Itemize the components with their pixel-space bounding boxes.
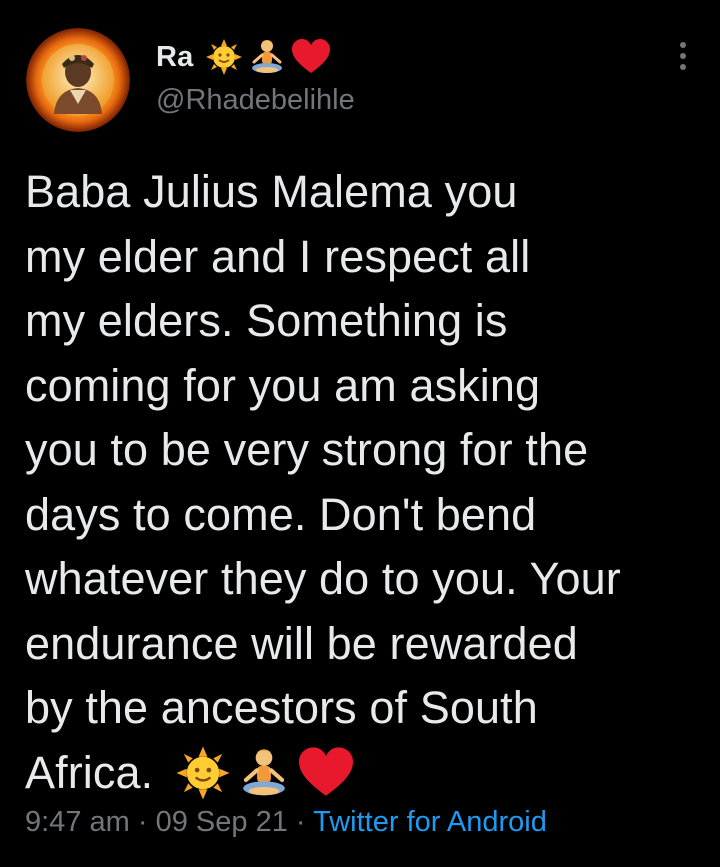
sun-with-face-icon bbox=[175, 745, 231, 801]
tweet-metadata: 9:47 am · 09 Sep 21 · Twitter for Androi… bbox=[25, 806, 547, 839]
tweet-text-last-line: Africa. bbox=[25, 741, 705, 806]
more-options-dot bbox=[680, 53, 686, 59]
tweet-text: Baba Julius Malema you my elder and I re… bbox=[25, 160, 705, 805]
more-options-button[interactable] bbox=[668, 38, 698, 74]
person-lotus-position-icon bbox=[249, 38, 285, 76]
tweet-time[interactable]: 9:47 am bbox=[25, 806, 130, 838]
tweet-date[interactable]: 09 Sep 21 bbox=[156, 806, 288, 838]
avatar[interactable] bbox=[26, 28, 130, 132]
more-options-icon bbox=[680, 42, 686, 48]
tweet-text-line: whatever they do to you. Your bbox=[25, 553, 621, 604]
tweet-text-line: you to be very strong for the bbox=[25, 424, 589, 475]
more-options-dot bbox=[680, 64, 686, 70]
tweet-text-line: days to come. Don't bend bbox=[25, 488, 537, 540]
tweet-text-line: Africa. bbox=[25, 746, 154, 798]
tweet-text-line: Baba Julius Malema you bbox=[25, 166, 518, 217]
tweet-source-link[interactable]: Twitter for Android bbox=[313, 806, 547, 838]
sun-with-face-icon bbox=[205, 38, 243, 76]
tweet-text-line: my elders. Something is bbox=[25, 295, 508, 346]
tweet-text-line: my elder and I respect all bbox=[25, 230, 531, 282]
meta-separator: · bbox=[295, 806, 306, 838]
red-heart-icon bbox=[297, 746, 355, 800]
tweet-text-line: by the ancestors of South bbox=[25, 682, 538, 733]
red-heart-icon bbox=[291, 38, 331, 76]
tweet-text-line: coming for you am asking bbox=[25, 359, 541, 411]
tweet-text-line: endurance will be rewarded bbox=[25, 617, 578, 669]
person-lotus-position-icon bbox=[239, 746, 289, 800]
author-name-row[interactable]: Ra bbox=[156, 36, 331, 78]
display-name[interactable]: Ra bbox=[156, 41, 193, 74]
author-handle[interactable]: @Rhadebelihle bbox=[156, 84, 355, 117]
tweet-card: Ra @Rhadebelihle Baba Julius Malema you … bbox=[0, 0, 720, 867]
meta-separator: · bbox=[137, 806, 148, 838]
